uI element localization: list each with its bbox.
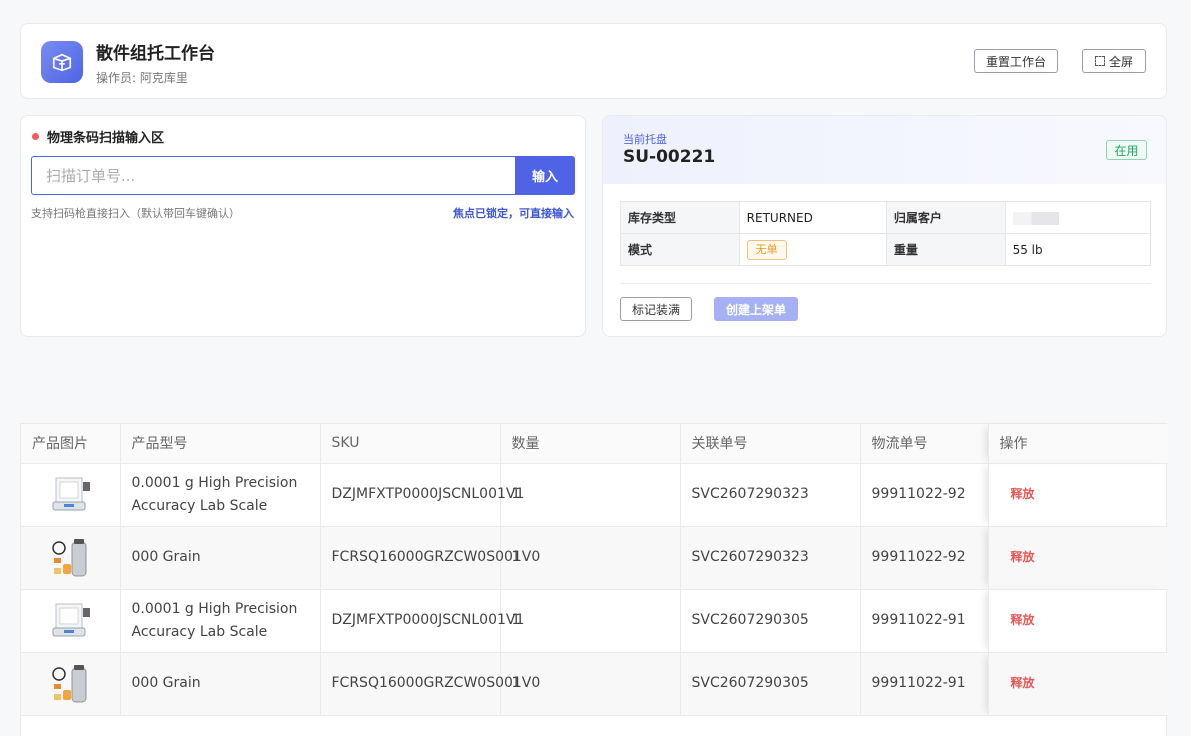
ref-order-cell: SVC2607290305 — [680, 589, 861, 653]
sku-cell: FCRSQ16000GRZCW0S001V0 — [320, 652, 540, 716]
col-header-tracking: 物流单号 — [860, 424, 989, 464]
col-header-qty: 数量 — [500, 424, 681, 464]
pallet-info-grid: 库存类型 RETURNED 归属客户 模式 无单 重量 55 lb — [620, 201, 1152, 266]
pallet-subtitle: 当前托盘 — [623, 133, 667, 146]
inventory-type-value: RETURNED — [738, 201, 887, 234]
weight-value: 55 lb — [1004, 233, 1152, 266]
col-header-ref: 关联单号 — [680, 424, 861, 464]
sku-cell: FCRSQ16000GRZCW0S001V0 — [320, 526, 540, 590]
scan-order-input[interactable] — [31, 156, 515, 195]
release-button[interactable]: 释放 — [1000, 487, 1035, 501]
page-title: 散件组托工作台 — [96, 44, 215, 64]
col-header-model: 产品型号 — [120, 424, 321, 464]
table-row: 0.0001 g High Precision Accuracy Lab Sca… — [21, 589, 1168, 653]
lab-scale-image — [52, 477, 90, 510]
pallet-header: 当前托盘 SU-00221 在用 — [603, 116, 1166, 184]
customer-label: 归属客户 — [885, 201, 1006, 234]
items-table-container: 产品图片 产品型号 SKU 数量 关联单号 物流单号 操作 0.0001 g H… — [20, 423, 1168, 736]
items-table: 产品图片 产品型号 SKU 数量 关联单号 物流单号 操作 0.0001 g H… — [21, 424, 1168, 716]
table-row: 000 Grain FCRSQ16000GRZCW0S001V0 1 SVC26… — [21, 652, 1168, 716]
scan-panel: 物理条码扫描输入区 输入 支持扫码枪直接扫入（默认带回车键确认） 焦点已锁定，可… — [20, 115, 586, 337]
mode-value-cell: 无单 — [738, 233, 887, 266]
fullscreen-button[interactable]: 全屏 — [1082, 49, 1146, 73]
product-model-cell: 000 Grain — [120, 526, 321, 590]
box-icon — [41, 41, 83, 83]
scan-input-group: 输入 — [31, 156, 575, 195]
fullscreen-label: 全屏 — [1108, 54, 1133, 69]
ref-order-cell: SVC2607290323 — [680, 526, 861, 590]
lab-scale-image — [52, 603, 90, 636]
mode-label: 模式 — [620, 233, 740, 266]
action-cell: 释放 — [988, 589, 1168, 653]
pallet-code: SU-00221 — [623, 147, 716, 167]
workbench-header: 散件组托工作台 操作员: 阿克库里 重置工作台 全屏 — [20, 23, 1167, 99]
col-header-action: 操作 — [988, 424, 1168, 464]
mark-full-button[interactable]: 标记装满 — [620, 297, 692, 321]
customer-value — [1004, 201, 1152, 234]
sku-cell: DZJMFXTP0000JSCNL001V1 — [320, 589, 524, 653]
sku-cell: DZJMFXTP0000JSCNL001V1 — [320, 463, 524, 527]
qty-cell: 1 — [500, 463, 681, 527]
scan-title-row: 物理条码扫描输入区 — [32, 127, 164, 146]
product-image-cell — [21, 526, 121, 590]
action-cell: 释放 — [988, 463, 1168, 527]
scan-hint: 支持扫码枪直接扫入（默认带回车键确认） — [31, 207, 240, 220]
release-button[interactable]: 释放 — [1000, 676, 1035, 690]
tracking-cell: 99911022-91 — [860, 652, 989, 716]
product-model-cell: 0.0001 g High Precision Accuracy Lab Sca… — [120, 589, 321, 653]
expand-icon — [1094, 56, 1105, 66]
scan-submit-button[interactable]: 输入 — [515, 156, 575, 195]
reset-workbench-button[interactable]: 重置工作台 — [974, 49, 1058, 73]
table-row: 0.0001 g High Precision Accuracy Lab Sca… — [21, 463, 1168, 527]
product-model-cell: 0.0001 g High Precision Accuracy Lab Sca… — [120, 463, 321, 527]
col-header-sku: SKU — [320, 424, 501, 464]
ref-order-cell: SVC2607290305 — [680, 652, 861, 716]
ref-order-cell: SVC2607290323 — [680, 463, 861, 527]
tracking-cell: 99911022-92 — [860, 526, 989, 590]
inventory-type-label: 库存类型 — [620, 201, 740, 234]
tracking-cell: 99911022-91 — [860, 589, 989, 653]
qty-cell: 1 — [500, 589, 681, 653]
scan-title: 物理条码扫描输入区 — [47, 131, 165, 146]
tracking-cell: 99911022-92 — [860, 463, 989, 527]
operator-label: 操作员: 阿克库里 — [96, 71, 188, 85]
product-image-cell — [21, 463, 121, 527]
product-image-cell — [21, 652, 121, 716]
release-button[interactable]: 释放 — [1000, 550, 1035, 564]
product-model-cell: 000 Grain — [120, 652, 321, 716]
release-button[interactable]: 释放 — [1000, 613, 1035, 627]
mode-tag: 无单 — [746, 239, 787, 260]
product-image-cell — [21, 589, 121, 653]
focus-hint: 焦点已锁定，可直接输入 — [453, 207, 574, 220]
action-cell: 释放 — [988, 526, 1168, 590]
col-header-image: 产品图片 — [21, 424, 121, 464]
grain-kit-image — [52, 538, 87, 576]
status-dot-icon — [32, 133, 39, 140]
action-cell: 释放 — [988, 652, 1168, 716]
current-pallet-panel: 当前托盘 SU-00221 在用 库存类型 RETURNED 归属客户 模式 无… — [602, 115, 1167, 337]
redacted-value — [1012, 211, 1059, 225]
grain-kit-image — [52, 664, 87, 702]
table-row: 000 Grain FCRSQ16000GRZCW0S001V0 1 SVC26… — [21, 526, 1168, 590]
weight-label: 重量 — [885, 233, 1006, 266]
table-header-row: 产品图片 产品型号 SKU 数量 关联单号 物流单号 操作 — [21, 424, 1168, 464]
status-badge: 在用 — [1106, 140, 1147, 160]
create-putaway-button[interactable]: 创建上架单 — [714, 297, 798, 321]
divider — [620, 283, 1151, 284]
